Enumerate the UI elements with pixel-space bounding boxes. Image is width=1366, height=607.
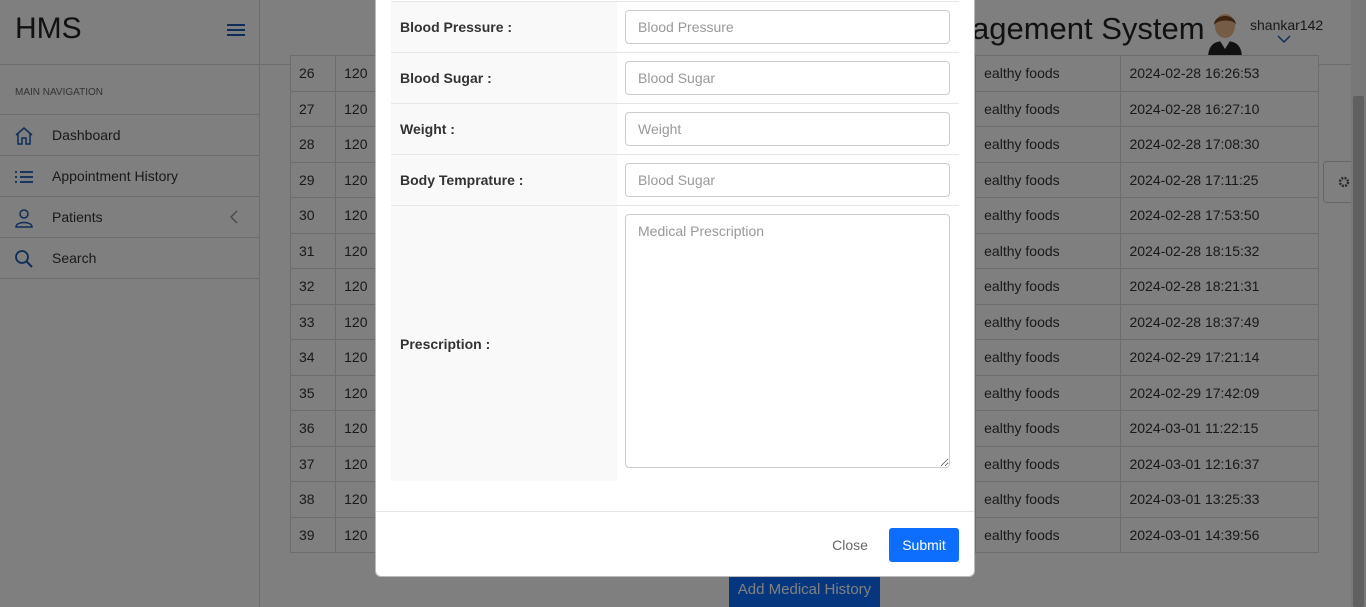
submit-button[interactable]: Submit	[889, 528, 959, 562]
weight-label: Weight :	[391, 103, 617, 155]
modal-footer: Close Submit	[376, 511, 974, 577]
add-medical-history-modal: Blood Pressure : Blood Sugar : Weight : …	[375, 0, 975, 577]
close-button[interactable]: Close	[819, 528, 881, 562]
medical-history-form: Blood Pressure : Blood Sugar : Weight : …	[391, 1, 959, 481]
body-temperature-label: Body Temprature :	[391, 154, 617, 206]
body-temperature-input[interactable]	[625, 163, 950, 197]
prescription-textarea[interactable]	[625, 214, 950, 468]
weight-input[interactable]	[625, 112, 950, 146]
blood-pressure-label: Blood Pressure :	[391, 1, 617, 53]
blood-sugar-label: Blood Sugar :	[391, 52, 617, 104]
prescription-label: Prescription :	[391, 205, 617, 481]
blood-pressure-input[interactable]	[625, 10, 950, 44]
blood-sugar-input[interactable]	[625, 61, 950, 95]
